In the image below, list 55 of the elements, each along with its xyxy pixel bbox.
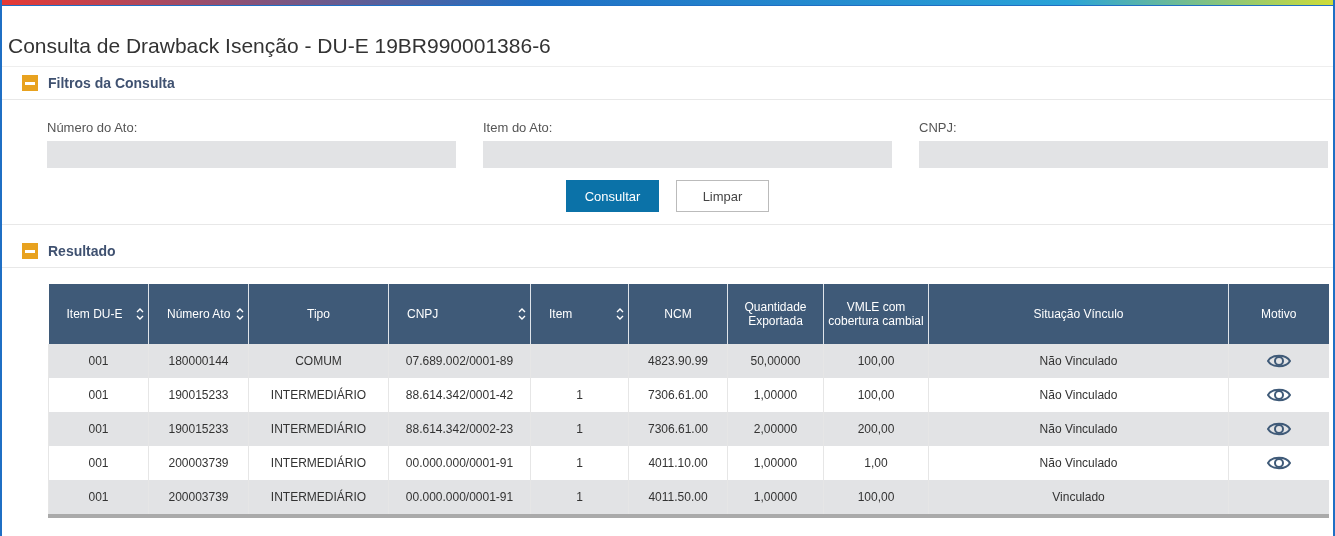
- sort-icon[interactable]: [236, 307, 244, 321]
- table-cell: 2,00000: [727, 412, 824, 446]
- table-cell: 1,00000: [727, 480, 824, 516]
- column-header: NCM: [628, 284, 728, 344]
- table-cell: Não Vinculado: [928, 344, 1229, 378]
- column-header: Quantidade Exportada: [727, 284, 824, 344]
- table-cell: 50,00000: [727, 344, 824, 378]
- table-cell: 100,00: [823, 344, 929, 378]
- column-header[interactable]: Número Ato: [148, 284, 249, 344]
- column-header: VMLE com cobertura cambial: [823, 284, 929, 344]
- table-cell: 180000144: [148, 344, 249, 378]
- table-cell: 4011.50.00: [628, 480, 728, 516]
- table-cell: 4823.90.99: [628, 344, 728, 378]
- sort-icon[interactable]: [518, 307, 526, 321]
- table-cell: 00.000.000/0001-91: [388, 480, 531, 516]
- table-cell: Não Vinculado: [928, 412, 1229, 446]
- column-header: Motivo: [1228, 284, 1329, 344]
- table-cell: 100,00: [823, 480, 929, 516]
- column-header: Tipo: [248, 284, 389, 344]
- search-button[interactable]: Consultar: [566, 180, 659, 212]
- table-cell: 001: [48, 344, 149, 378]
- input-field[interactable]: [483, 141, 892, 168]
- field-label: Número do Ato:: [47, 120, 139, 135]
- section-title: Filtros da Consulta: [48, 75, 175, 91]
- field-label: CNPJ:: [919, 120, 958, 135]
- table-cell: INTERMEDIÁRIO: [248, 480, 389, 516]
- eye-icon[interactable]: [1266, 353, 1291, 369]
- table-cell: 190015233: [148, 412, 249, 446]
- table-cell: 1: [530, 480, 629, 516]
- table-cell: 7306.61.00: [628, 412, 728, 446]
- table-cell: 07.689.002/0001-89: [388, 344, 531, 378]
- page-title: Consulta de Drawback Isenção - DU-E 19BR990001386-6: [2, 6, 1333, 67]
- input-field[interactable]: [47, 141, 456, 168]
- clear-button[interactable]: Limpar: [676, 180, 769, 212]
- column-header[interactable]: Item: [530, 284, 629, 344]
- eye-icon[interactable]: [1266, 421, 1291, 437]
- eye-icon[interactable]: [1266, 387, 1291, 403]
- table-cell: INTERMEDIÁRIO: [248, 412, 389, 446]
- eye-icon[interactable]: [1266, 455, 1291, 471]
- table-cell: 1: [530, 412, 629, 446]
- column-header[interactable]: Item DU-E: [48, 284, 149, 344]
- field-label: Item do Ato:: [483, 120, 554, 135]
- table-cell: 200003739: [148, 480, 249, 516]
- sort-icon[interactable]: [136, 307, 144, 321]
- table-cell: 200,00: [823, 412, 929, 446]
- table-cell: COMUM: [248, 344, 389, 378]
- table-cell: Vinculado: [928, 480, 1229, 516]
- table-cell: 001: [48, 480, 149, 516]
- column-header: Situação Vínculo: [928, 284, 1229, 344]
- section-title: Resultado: [48, 243, 116, 259]
- table-cell: 001: [48, 412, 149, 446]
- input-field[interactable]: [919, 141, 1328, 168]
- column-header[interactable]: CNPJ: [388, 284, 531, 344]
- sort-icon[interactable]: [616, 307, 624, 321]
- table-cell: 88.614.342/0002-23: [388, 412, 531, 446]
